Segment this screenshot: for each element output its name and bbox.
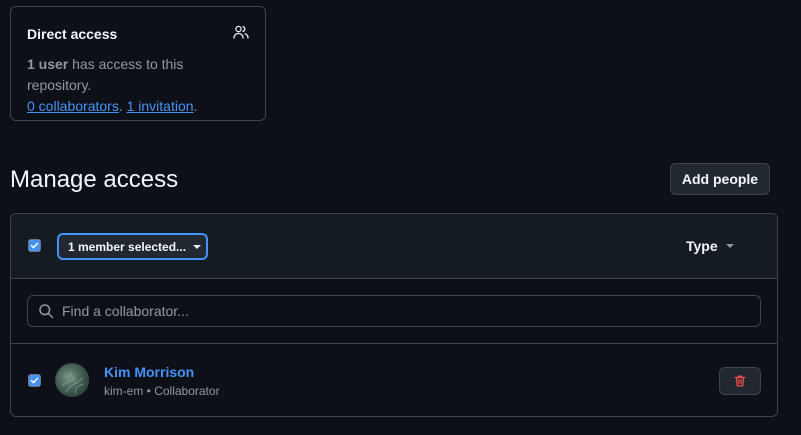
people-icon	[233, 24, 249, 40]
check-icon	[29, 240, 40, 251]
type-filter-dropdown[interactable]: Type	[686, 238, 734, 254]
member-row: Kim Morrison kim-em • Collaborator	[11, 345, 777, 416]
member-checkbox[interactable]	[28, 374, 41, 387]
remove-member-button[interactable]	[719, 367, 761, 395]
chevron-down-icon	[725, 244, 734, 248]
member-name-link[interactable]: Kim Morrison	[104, 364, 194, 380]
manage-access-title: Manage access	[10, 166, 179, 193]
avatar[interactable]	[55, 363, 89, 397]
search-icon	[39, 304, 54, 319]
invitations-link[interactable]: 1 invitation	[127, 98, 194, 114]
avatar-image	[61, 371, 85, 395]
chevron-down-icon	[193, 244, 202, 249]
panel-header: 1 member selected... Type	[11, 214, 777, 279]
direct-access-card: Direct access 1 user has access to this …	[10, 6, 266, 121]
separator-text: .	[118, 98, 127, 114]
search-field[interactable]	[27, 295, 761, 327]
type-filter-label: Type	[686, 238, 718, 254]
check-icon	[29, 375, 40, 386]
trash-icon	[734, 375, 746, 387]
search-row	[11, 279, 777, 344]
direct-access-summary: 1 user has access to this repository. 0 …	[27, 54, 249, 117]
add-people-button[interactable]: Add people	[670, 163, 770, 195]
collaborator-search-input[interactable]	[62, 303, 742, 319]
user-count: 1 user	[27, 56, 69, 72]
collaborators-link[interactable]: 0 collaborators	[27, 98, 119, 114]
member-meta: kim-em • Collaborator	[104, 384, 220, 398]
selection-label: 1 member selected...	[68, 239, 187, 254]
direct-access-title: Direct access	[27, 26, 118, 42]
select-all-checkbox[interactable]	[28, 239, 41, 252]
end-punctuation: .	[193, 98, 198, 114]
bulk-selection-dropdown[interactable]: 1 member selected...	[57, 233, 208, 260]
access-panel: 1 member selected... Type Find a collabo…	[10, 213, 778, 417]
